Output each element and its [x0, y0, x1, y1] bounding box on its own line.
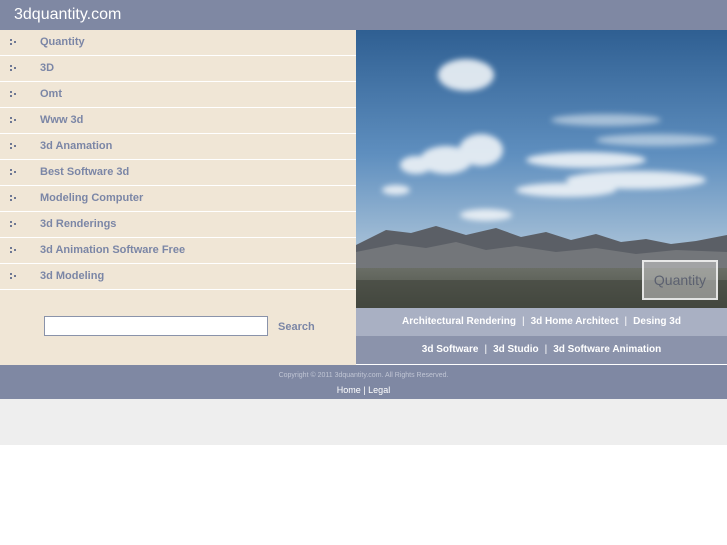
hero-image: Quantity [356, 30, 727, 308]
sidebar-item: 3d Anamation [0, 134, 356, 160]
sidebar-link[interactable]: Best Software 3d [40, 166, 129, 178]
bullet-icon [10, 143, 18, 151]
link-separator: | [624, 316, 628, 327]
bullet-icon [10, 65, 18, 73]
footer: Copyright © 2011 3dquantity.com. All Rig… [0, 365, 727, 399]
bullet-icon [10, 91, 18, 99]
sidebar-link[interactable]: 3d Renderings [40, 218, 116, 230]
footer-separator: | [363, 385, 366, 395]
footer-legal-link[interactable]: Legal [368, 385, 390, 395]
header-bar: 3dquantity.com [0, 0, 727, 30]
link-3d-software[interactable]: 3d Software [422, 344, 479, 355]
bullet-icon [10, 221, 18, 229]
site-title[interactable]: 3dquantity.com [14, 6, 121, 24]
sidebar-link[interactable]: 3d Anamation [40, 140, 112, 152]
search-form: Search [0, 316, 356, 346]
links-row-2: 3d Software | 3d Studio | 3d Software Animat… [356, 336, 727, 364]
bullet-icon [10, 169, 18, 177]
bullet-icon [10, 247, 18, 255]
links-row-1: Architectural Rendering | 3d Home Architec… [356, 308, 727, 336]
sidebar-item: Modeling Computer [0, 186, 356, 212]
link-3d-studio[interactable]: 3d Studio [493, 344, 539, 355]
bullet-icon [10, 273, 18, 281]
sidebar-item: Best Software 3d [0, 160, 356, 186]
sidebar-item: 3d Modeling [0, 264, 356, 290]
sidebar-link[interactable]: Omt [40, 88, 62, 100]
link-3d-home-architect[interactable]: 3d Home Architect [531, 316, 619, 327]
search-button[interactable]: Search [272, 318, 321, 336]
link-architectural-rendering[interactable]: Architectural Rendering [402, 316, 516, 327]
sidebar-link[interactable]: 3d Animation Software Free [40, 244, 185, 256]
sidebar-item: Omt [0, 82, 356, 108]
search-input[interactable] [44, 316, 268, 336]
link-desing-3d[interactable]: Desing 3d [633, 316, 681, 327]
link-separator: | [484, 344, 488, 355]
hero-badge: Quantity [642, 260, 718, 300]
sidebar-item: Www 3d [0, 108, 356, 134]
sidebar-nav: Quantity 3D Omt Www 3d 3d Anamation Best… [0, 30, 356, 290]
footer-home-link[interactable]: Home [337, 385, 361, 395]
sidebar-item: 3D [0, 56, 356, 82]
sidebar-link[interactable]: Modeling Computer [40, 192, 143, 204]
sidebar-link[interactable]: Quantity [40, 36, 85, 48]
sidebar-link[interactable]: 3D [40, 62, 54, 74]
link-separator: | [521, 316, 525, 327]
bullet-icon [10, 117, 18, 125]
sidebar-item: 3d Animation Software Free [0, 238, 356, 264]
copyright-text: Copyright © 2011 3dquantity.com. All Rig… [278, 372, 449, 379]
footer-links: Home | Legal [0, 385, 727, 395]
bullet-icon [10, 39, 18, 47]
link-3d-software-animation[interactable]: 3d Software Animation [553, 344, 661, 355]
sidebar-item: 3d Renderings [0, 212, 356, 238]
hero-badge-label: Quantity [653, 272, 707, 288]
sidebar-link[interactable]: Www 3d [40, 114, 83, 126]
footer-band [0, 399, 727, 445]
sidebar-link[interactable]: 3d Modeling [40, 270, 104, 282]
sidebar-item: Quantity [0, 30, 356, 56]
sidebar: Quantity 3D Omt Www 3d 3d Anamation Best… [0, 30, 356, 365]
link-separator: | [544, 344, 548, 355]
bullet-icon [10, 195, 18, 203]
